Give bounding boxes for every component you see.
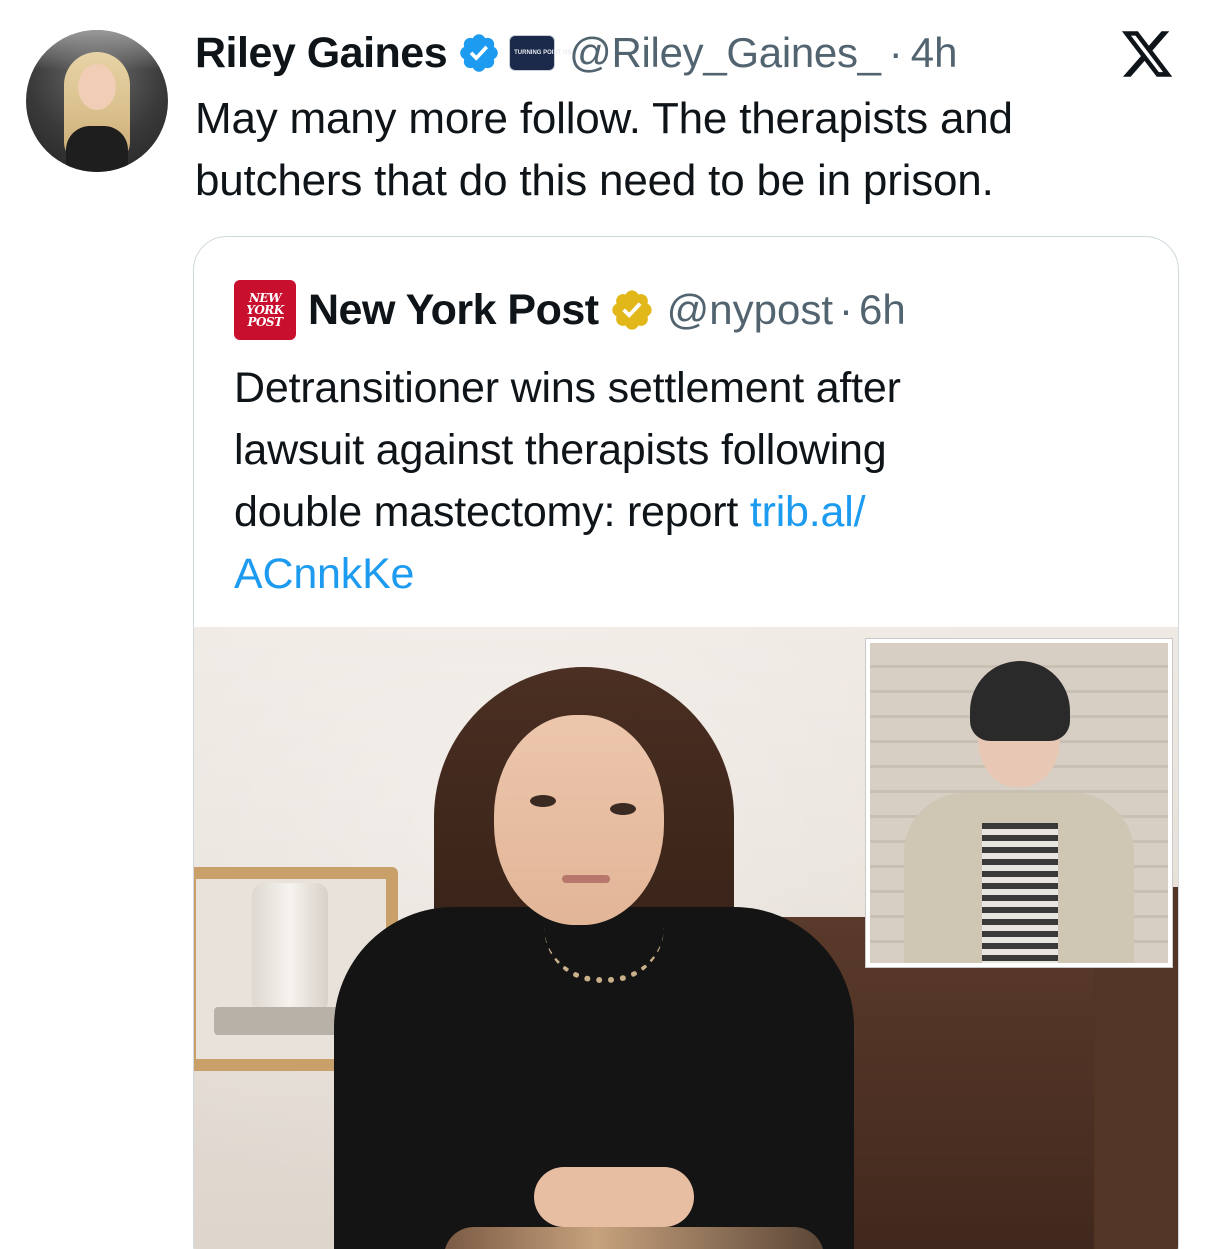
quoted-text-line: Detransitioner wins settlement after bbox=[234, 364, 901, 412]
x-logo-icon[interactable] bbox=[1118, 26, 1176, 82]
verified-badge-icon bbox=[460, 34, 498, 72]
nypost-avatar[interactable]: NEW YORK POST bbox=[234, 280, 296, 340]
tweet-text: May many more follow. The therapists and… bbox=[195, 88, 1155, 212]
affiliation-badge[interactable]: TURNING POINT USA bbox=[509, 35, 576, 71]
quoted-text-line: double mastectomy: report trib.al/ bbox=[234, 481, 1134, 543]
tweet-text-line: May many more follow. The therapists and bbox=[195, 94, 1013, 143]
quoted-tweet-time[interactable]: 6h bbox=[859, 286, 906, 334]
quoted-separator-dot: · bbox=[839, 286, 854, 333]
article-link-continued[interactable]: ACnnkKe bbox=[234, 543, 1134, 605]
article-photo[interactable] bbox=[194, 627, 1178, 1249]
affiliation-badge-text: TURNING POINT USA bbox=[514, 49, 576, 56]
tweet-screenshot: Riley Gaines TURNING POINT USA @Riley_Ga… bbox=[0, 0, 1206, 1249]
inset-hair bbox=[970, 661, 1070, 741]
photo-person-face bbox=[494, 715, 664, 925]
avatar-face bbox=[78, 64, 116, 110]
inset-striped-shirt bbox=[982, 823, 1058, 963]
nypost-logo-line: POST bbox=[247, 315, 283, 329]
photo-cushion bbox=[444, 1227, 824, 1249]
quoted-author-name[interactable]: New York Post bbox=[308, 286, 599, 335]
quoted-tweet-header: NEW YORK POST New York Post @nypost · 6h bbox=[234, 280, 906, 340]
avatar-shirt bbox=[66, 126, 128, 172]
inset-photo bbox=[866, 639, 1172, 967]
author-name[interactable]: Riley Gaines bbox=[195, 29, 448, 78]
quoted-tweet-card[interactable]: NEW YORK POST New York Post @nypost · 6h… bbox=[193, 236, 1179, 1249]
separator-dot: · bbox=[888, 29, 903, 76]
quoted-author-handle[interactable]: @nypost bbox=[667, 286, 833, 334]
author-avatar[interactable] bbox=[26, 30, 168, 172]
gold-verified-badge-icon bbox=[611, 290, 652, 330]
tweet-text-line: butchers that do this need to be in pris… bbox=[195, 156, 994, 205]
photo-person-eye bbox=[530, 795, 556, 807]
photo-person-hands bbox=[534, 1167, 694, 1227]
photo-person-mouth bbox=[562, 875, 610, 883]
quoted-text-line-prefix: double mastectomy: report bbox=[234, 488, 750, 536]
photo-lamp bbox=[252, 883, 328, 1013]
photo-lamp-base bbox=[214, 1007, 354, 1035]
quoted-text-line: lawsuit against therapists following bbox=[234, 426, 887, 474]
tweet-time[interactable]: 4h bbox=[911, 29, 958, 77]
article-link[interactable]: trib.al/ bbox=[750, 488, 866, 536]
author-handle[interactable]: @Riley_Gaines_ bbox=[569, 29, 881, 77]
quoted-tweet-text: Detransitioner wins settlement after law… bbox=[234, 357, 1134, 605]
tweet-header: Riley Gaines TURNING POINT USA @Riley_Ga… bbox=[195, 22, 957, 84]
photo-person-eye bbox=[610, 803, 636, 815]
